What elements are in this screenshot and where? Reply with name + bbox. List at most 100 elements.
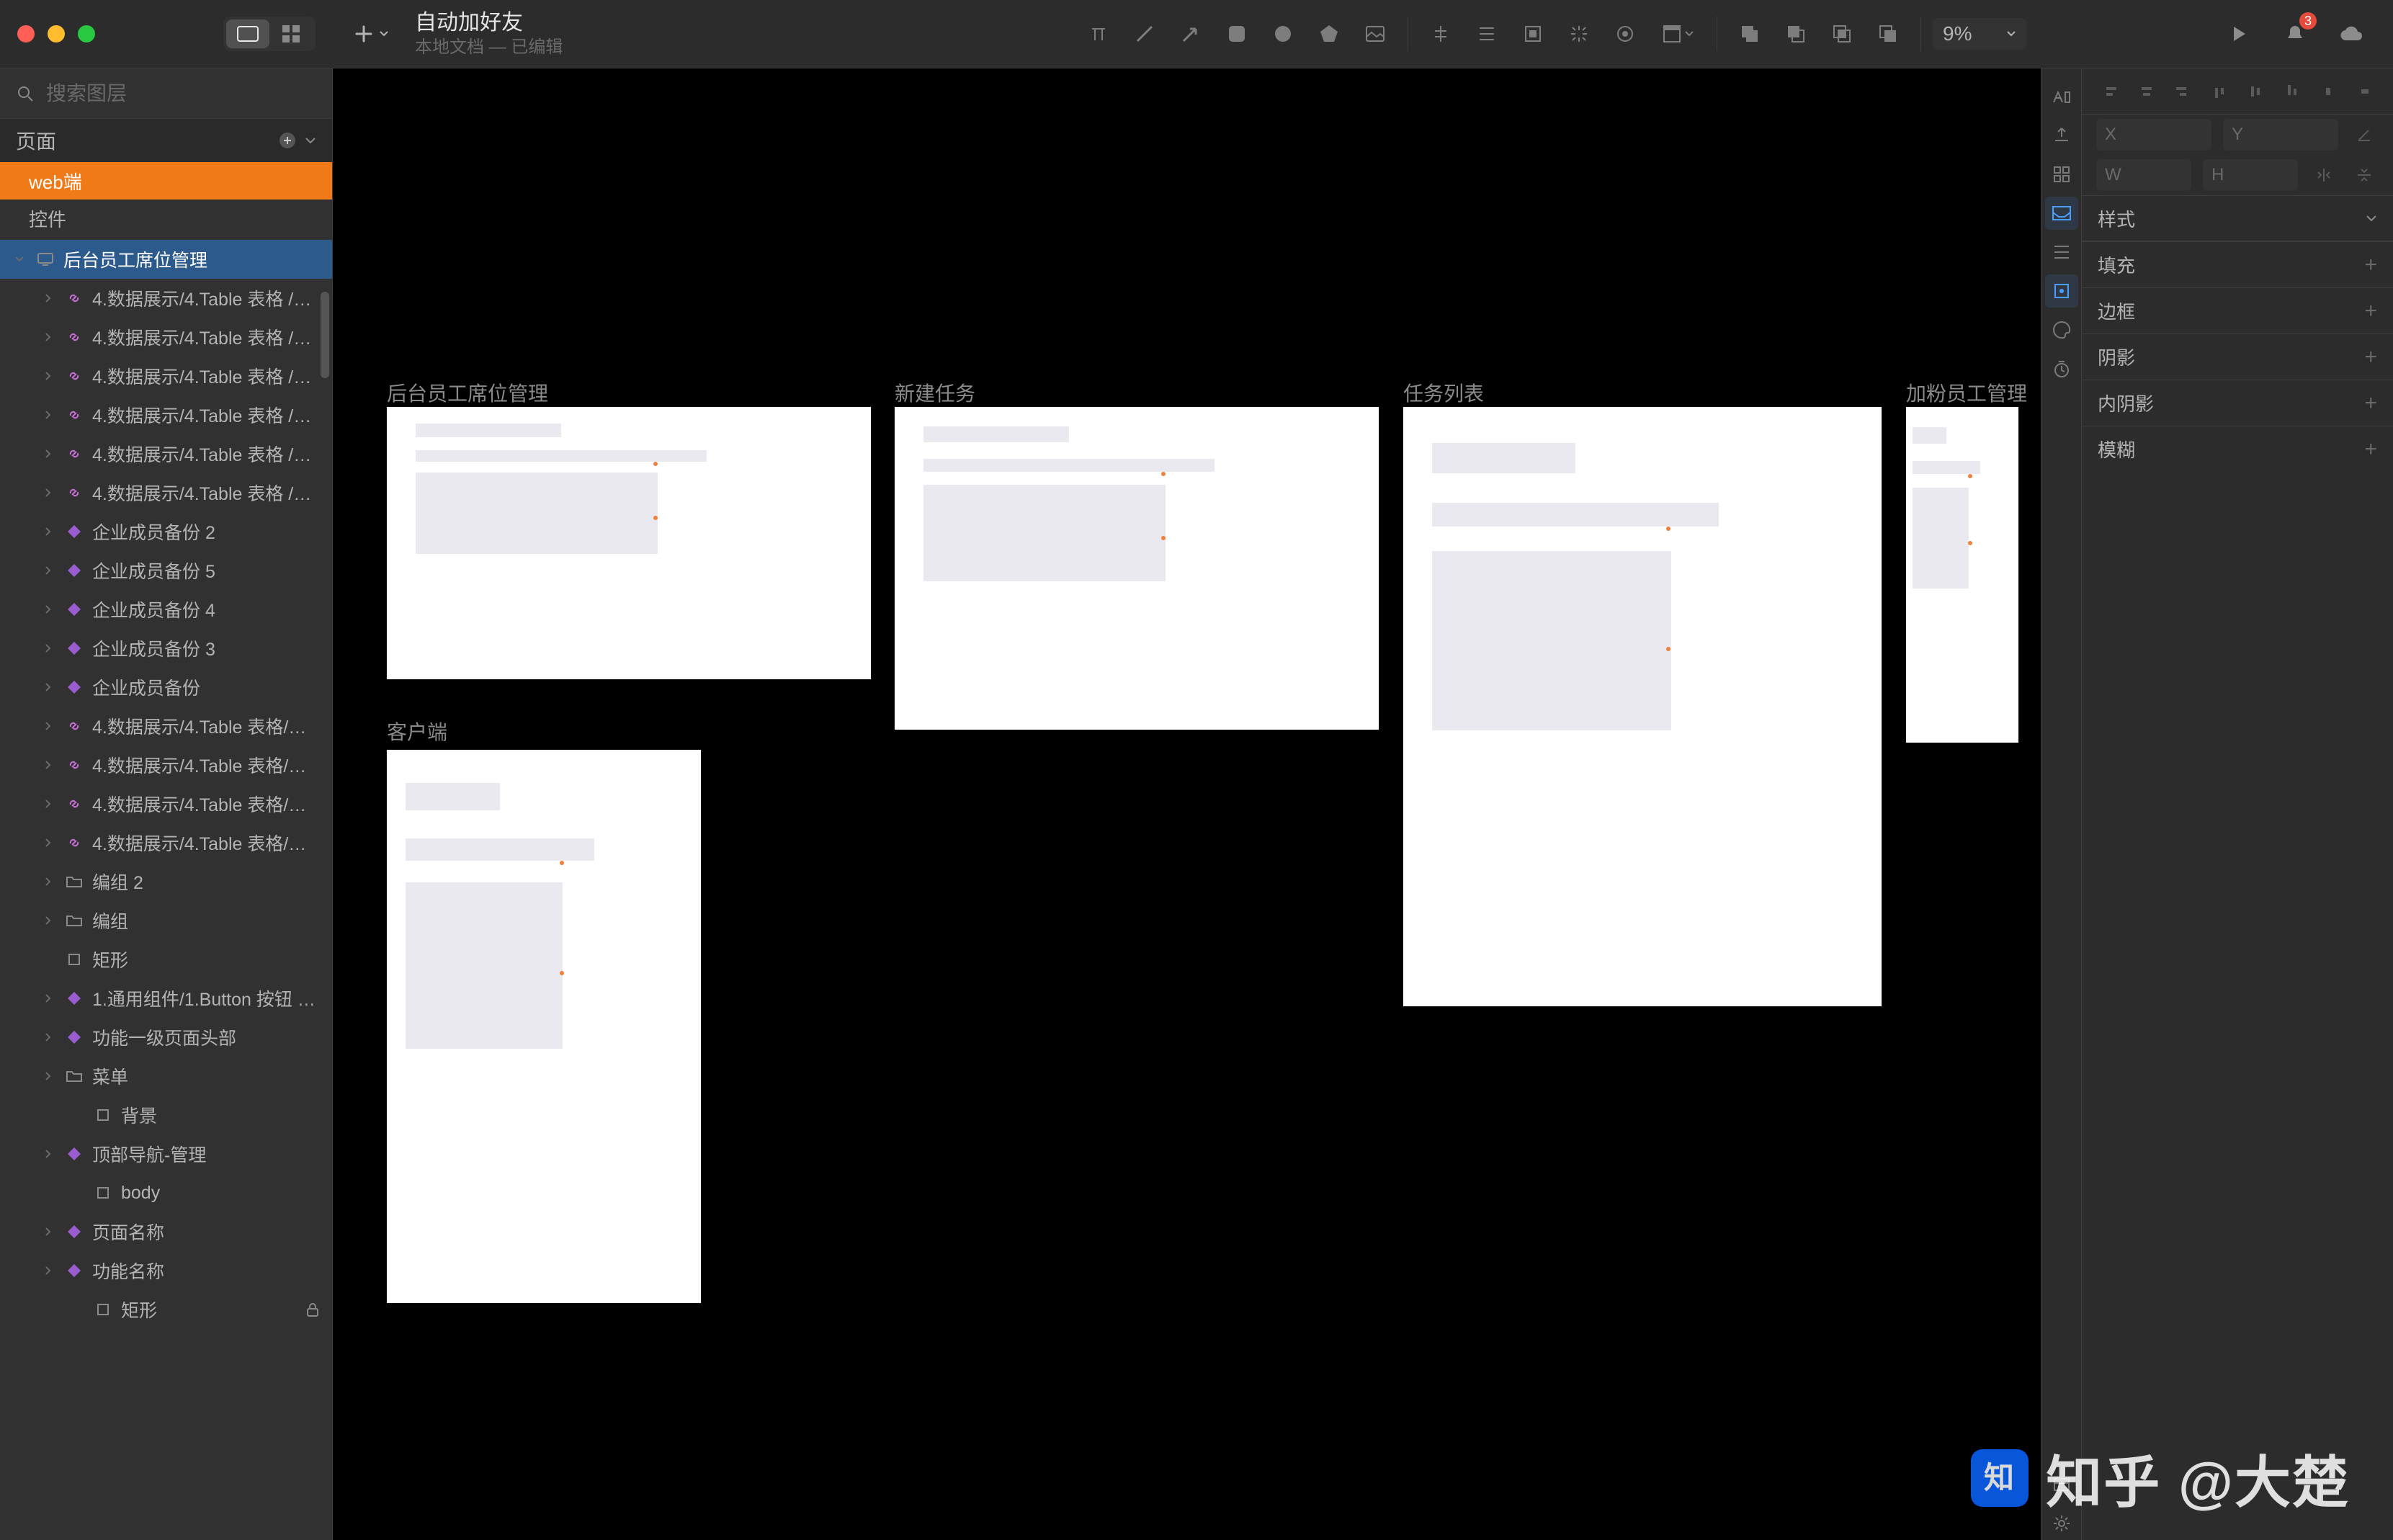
artboard-label[interactable]: 后台员工席位管理	[387, 378, 548, 407]
layer-row[interactable]: 企业成员备份 2	[0, 512, 332, 551]
distribute-v-icon[interactable]	[2351, 78, 2379, 105]
artboard[interactable]	[1403, 407, 1882, 1006]
chevron-right-icon[interactable]	[40, 488, 56, 498]
page-item[interactable]: 控件	[0, 200, 332, 237]
window-minimize-button[interactable]	[48, 25, 65, 42]
align-top-icon[interactable]	[2206, 78, 2233, 105]
chevron-right-icon[interactable]	[40, 604, 56, 614]
layer-row[interactable]: 企业成员备份	[0, 668, 332, 707]
rail-timer[interactable]	[2045, 352, 2078, 385]
page-item[interactable]: web端	[0, 162, 332, 200]
canvas[interactable]: 后台员工席位管理客户端 新建任务 任务列表 加粉员工管理	[333, 68, 2041, 1540]
chevron-right-icon[interactable]	[40, 1032, 56, 1042]
add-icon[interactable]: +	[2364, 299, 2377, 323]
layer-row[interactable]: 4.数据展示/4.Table 表格/…	[0, 707, 332, 746]
rail-grid[interactable]	[2045, 158, 2078, 191]
artboard[interactable]	[387, 750, 701, 1303]
image-tool[interactable]	[1354, 13, 1396, 55]
boolean-difference[interactable]	[1867, 13, 1909, 55]
frame-tool[interactable]	[1512, 13, 1554, 55]
layer-row[interactable]: 4.数据展示/4.Table 表格 /…	[0, 473, 332, 512]
effects-tool[interactable]	[1558, 13, 1600, 55]
chevron-right-icon[interactable]	[40, 565, 56, 576]
layer-row[interactable]: 编组 2	[0, 862, 332, 901]
chevron-right-icon[interactable]	[40, 643, 56, 653]
add-icon[interactable]: +	[2364, 345, 2377, 370]
rail-target[interactable]	[2045, 274, 2078, 308]
layer-row[interactable]: 4.数据展示/4.Table 表格 /…	[0, 318, 332, 357]
align-right-icon[interactable]	[2169, 78, 2196, 105]
zoom-control[interactable]: 9%	[1933, 18, 2026, 50]
color-tool[interactable]	[1604, 13, 1646, 55]
artboard-label[interactable]: 加粉员工管理	[1906, 378, 2027, 407]
artboard-label[interactable]: 任务列表	[1403, 378, 1484, 407]
artboard[interactable]	[387, 407, 871, 679]
flip-h-icon[interactable]	[2309, 161, 2338, 189]
artboard-label[interactable]: 客户端	[387, 717, 447, 746]
chevron-right-icon[interactable]	[40, 838, 56, 848]
angle-icon[interactable]	[2350, 120, 2379, 149]
inspector-section[interactable]: 内阴影+	[2082, 380, 2393, 426]
inspector-section[interactable]: 填充+	[2082, 241, 2393, 287]
layer-row[interactable]: 4.数据展示/4.Table 表格/…	[0, 784, 332, 823]
window-close-button[interactable]	[17, 25, 35, 42]
view-canvas-button[interactable]	[226, 19, 269, 48]
notifications-button[interactable]: 3	[2275, 14, 2315, 54]
chevron-right-icon[interactable]	[40, 410, 56, 420]
rail-inbox[interactable]	[2045, 197, 2078, 230]
add-icon[interactable]: +	[2364, 253, 2377, 277]
layer-row[interactable]: 4.数据展示/4.Table 表格 /…	[0, 279, 332, 318]
rail-export[interactable]	[2045, 119, 2078, 152]
chevron-right-icon[interactable]	[40, 760, 56, 770]
layer-row[interactable]: 后台员工席位管理	[0, 240, 332, 279]
chevron-down-icon[interactable]	[12, 256, 27, 263]
layer-row[interactable]: 页面名称	[0, 1212, 332, 1251]
chevron-right-icon[interactable]	[40, 371, 56, 381]
layer-row[interactable]: 4.数据展示/4.Table 表格 /…	[0, 395, 332, 434]
align-hcenter-icon[interactable]	[2133, 78, 2160, 105]
cloud-button[interactable]	[2331, 14, 2371, 54]
chevron-right-icon[interactable]	[40, 721, 56, 731]
inspector-section[interactable]: 阴影+	[2082, 333, 2393, 380]
boolean-intersect[interactable]	[1821, 13, 1863, 55]
layer-row[interactable]: 编组	[0, 901, 332, 940]
chevron-right-icon[interactable]	[40, 916, 56, 926]
artboard[interactable]	[1906, 407, 2018, 743]
artboard[interactable]	[895, 407, 1379, 730]
x-field[interactable]: X	[2096, 119, 2211, 151]
align-vcenter-icon[interactable]	[2242, 78, 2269, 105]
distribute-h-icon[interactable]	[2314, 78, 2342, 105]
align-bottom-icon[interactable]	[2278, 78, 2306, 105]
rail-layout[interactable]	[2045, 236, 2078, 269]
layer-row[interactable]: 4.数据展示/4.Table 表格/…	[0, 746, 332, 784]
style-header[interactable]: 样式	[2082, 195, 2393, 241]
chevron-right-icon[interactable]	[40, 293, 56, 303]
chevron-right-icon[interactable]	[40, 449, 56, 459]
boolean-union[interactable]	[1729, 13, 1771, 55]
chevron-right-icon[interactable]	[40, 682, 56, 692]
layer-row[interactable]: 企业成员备份 3	[0, 629, 332, 668]
window-maximize-button[interactable]	[78, 25, 95, 42]
h-field[interactable]: H	[2203, 159, 2298, 191]
layer-row[interactable]: body	[0, 1173, 332, 1212]
layer-row[interactable]: 企业成员备份 5	[0, 551, 332, 590]
component-tool[interactable]	[1650, 13, 1705, 55]
chevron-right-icon[interactable]	[40, 799, 56, 809]
play-button[interactable]	[2219, 14, 2259, 54]
chevron-right-icon[interactable]	[40, 332, 56, 342]
layer-row[interactable]: 4.数据展示/4.Table 表格 /…	[0, 357, 332, 395]
layer-row[interactable]: 功能一级页面头部	[0, 1018, 332, 1057]
line-tool[interactable]	[1124, 13, 1166, 55]
layer-row[interactable]: 企业成员备份 4	[0, 590, 332, 629]
artboard-label[interactable]: 新建任务	[895, 378, 975, 407]
rail-palette[interactable]	[2045, 313, 2078, 346]
add-shape-button[interactable]	[347, 20, 396, 48]
rectangle-tool[interactable]	[1216, 13, 1258, 55]
add-icon[interactable]: +	[2364, 391, 2377, 416]
sidebar-scrollbar[interactable]	[321, 292, 329, 378]
align-tool-2[interactable]	[1466, 13, 1508, 55]
text-tool[interactable]	[1078, 13, 1119, 55]
layer-row[interactable]: 顶部导航-管理	[0, 1134, 332, 1173]
chevron-right-icon[interactable]	[40, 877, 56, 887]
chevron-right-icon[interactable]	[40, 1227, 56, 1237]
